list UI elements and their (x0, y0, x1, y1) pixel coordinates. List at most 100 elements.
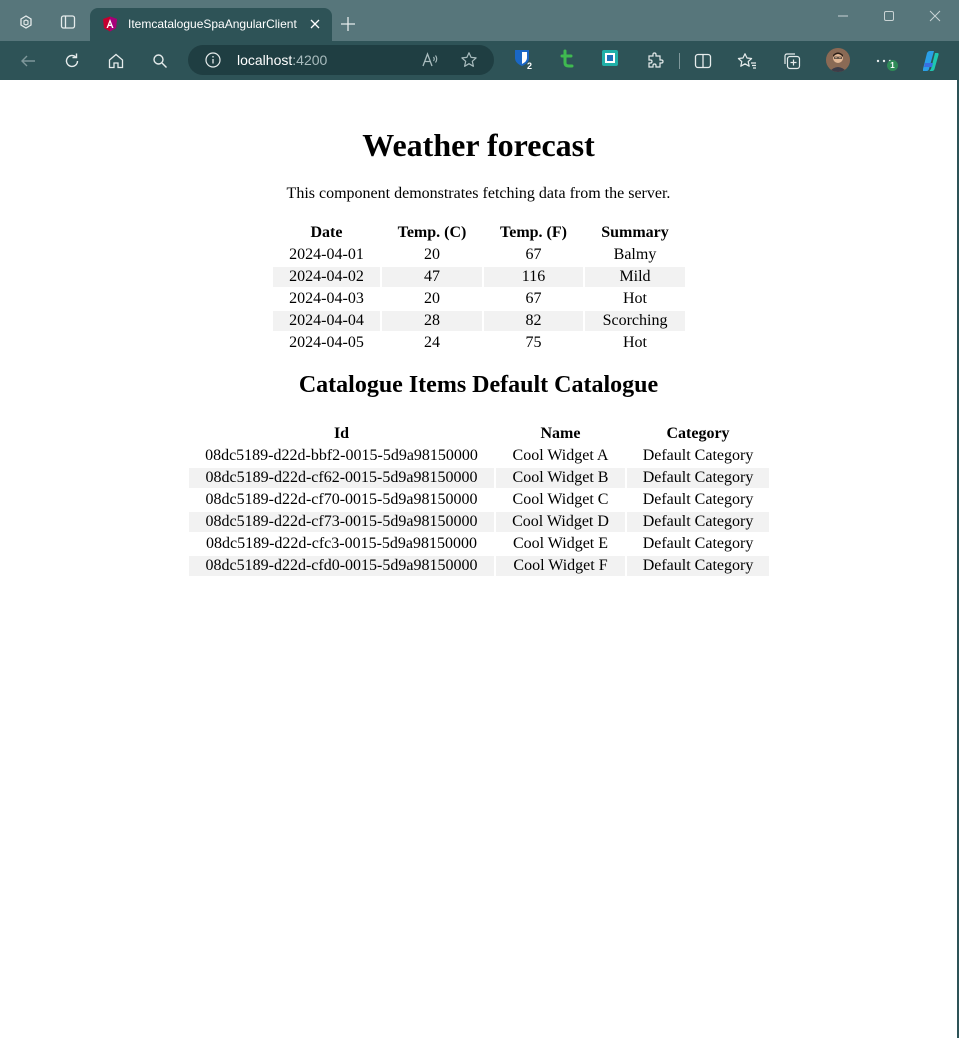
header-temp-f: Temp. (F) (500, 224, 567, 241)
refresh-icon[interactable] (60, 49, 84, 73)
favorites-icon[interactable] (735, 49, 759, 73)
header-name: Name (540, 425, 581, 442)
cell-date: 2024-04-04 (273, 311, 380, 331)
cell-category: Default Category (642, 447, 754, 464)
weather-header-row: Date Temp. (C) Temp. (F) Summary (273, 223, 685, 243)
table-row: 08dc5189-d22d-cfd0-0015-5d9a98150000 Coo… (189, 556, 769, 576)
address-bar[interactable]: localhost:4200 (188, 45, 494, 75)
catalogue-title: Catalogue Items Default Catalogue (298, 372, 659, 398)
cell-summary: Balmy (613, 246, 657, 263)
tab-actions-icon[interactable] (55, 9, 81, 35)
cell-name: Cool Widget F (496, 556, 625, 576)
cell-name: Cool Widget B (496, 468, 625, 488)
catalogue-table: Id Name Category 08dc5189-d22d-bbf2-0015… (187, 422, 771, 578)
page-content: Weather forecast This component demonstr… (0, 80, 957, 1038)
cell-id: 08dc5189-d22d-cf62-0015-5d9a98150000 (189, 468, 494, 488)
address-port: :4200 (292, 52, 328, 68)
table-row: 08dc5189-d22d-cf70-0015-5d9a98150000 Coo… (189, 490, 769, 510)
window-close-icon[interactable] (923, 6, 947, 26)
minimize-icon[interactable] (831, 6, 855, 26)
cell-name: Cool Widget C (512, 491, 609, 508)
cell-id: 08dc5189-d22d-cf70-0015-5d9a98150000 (205, 491, 478, 508)
table-row: 08dc5189-d22d-cf73-0015-5d9a98150000 Coo… (189, 512, 769, 532)
cell-temp-f: 67 (525, 290, 542, 307)
table-row: 2024-04-01 20 67 Balmy (273, 245, 685, 265)
cell-temp-c: 20 (424, 290, 440, 307)
cell-temp-c: 28 (382, 311, 482, 331)
cell-category: Default Category (627, 468, 769, 488)
maximize-icon[interactable] (877, 6, 901, 26)
cell-summary: Hot (623, 290, 647, 307)
collections-icon[interactable] (780, 49, 804, 73)
copilot-icon[interactable] (918, 49, 942, 73)
bitwarden-extension-icon[interactable]: 2 (514, 49, 534, 71)
info-icon[interactable] (205, 52, 221, 68)
catalogue-header-row: Id Name Category (189, 424, 769, 444)
search-icon[interactable] (148, 49, 172, 73)
table-row: 2024-04-05 24 75 Hot (273, 333, 685, 353)
back-icon[interactable] (16, 49, 40, 73)
cell-temp-c: 20 (424, 246, 440, 263)
cell-name: Cool Widget D (496, 512, 625, 532)
cell-id: 08dc5189-d22d-cf73-0015-5d9a98150000 (189, 512, 494, 532)
workspaces-icon[interactable] (13, 9, 39, 35)
header-temp-c: Temp. (C) (397, 224, 467, 241)
cell-id: 08dc5189-d22d-cfd0-0015-5d9a98150000 (189, 556, 494, 576)
t-extension-icon[interactable] (559, 49, 579, 71)
cell-category: Default Category (627, 512, 769, 532)
header-date: Date (310, 224, 343, 241)
weather-table: Date Temp. (C) Temp. (F) Summary 2024-04… (271, 221, 687, 355)
cell-category: Default Category (642, 491, 754, 508)
more-icon[interactable]: 1 (872, 49, 898, 73)
browser-titlebar: ItemcatalogueSpaAngularClient (0, 0, 959, 41)
more-badge: 1 (887, 60, 898, 71)
cell-temp-f: 75 (525, 334, 542, 351)
new-tab-icon[interactable] (338, 14, 358, 34)
cell-temp-f: 82 (484, 311, 583, 331)
close-icon[interactable] (308, 17, 322, 31)
cell-category: Default Category (642, 535, 754, 552)
cell-summary: Mild (585, 267, 685, 287)
read-aloud-icon[interactable] (421, 51, 439, 69)
cell-temp-f: 67 (525, 246, 542, 263)
header-category: Category (666, 425, 730, 442)
cell-date: 2024-04-05 (289, 334, 364, 351)
cell-date: 2024-04-03 (289, 290, 364, 307)
weather-title: Weather forecast (362, 127, 595, 163)
cell-name: Cool Widget E (512, 535, 609, 552)
cell-date: 2024-04-01 (289, 246, 364, 263)
cell-name: Cool Widget A (512, 447, 609, 464)
cell-category: Default Category (627, 556, 769, 576)
table-row: 08dc5189-d22d-cf62-0015-5d9a98150000 Coo… (189, 468, 769, 488)
cell-id: 08dc5189-d22d-bbf2-0015-5d9a98150000 (205, 447, 478, 464)
toolbar-separator (679, 53, 680, 69)
cell-summary: Hot (623, 334, 647, 351)
tab-title: ItemcatalogueSpaAngularClient (128, 17, 297, 31)
address-host: localhost (237, 52, 293, 68)
extension-badge: 2 (527, 61, 533, 71)
active-tab[interactable]: ItemcatalogueSpaAngularClient (90, 8, 332, 41)
table-row: 2024-04-02 47 116 Mild (273, 267, 685, 287)
extensions-puzzle-icon[interactable] (643, 49, 667, 73)
profile-avatar[interactable] (826, 48, 850, 72)
split-screen-icon[interactable] (691, 49, 715, 73)
header-summary: Summary (601, 224, 669, 241)
cell-temp-c: 47 (382, 267, 482, 287)
favorite-star-icon[interactable] (460, 51, 478, 69)
weather-intro: This component demonstrates fetching dat… (286, 185, 671, 202)
table-row: 2024-04-04 28 82 Scorching (273, 311, 685, 331)
angular-favicon-icon (102, 16, 118, 32)
cell-temp-c: 24 (424, 334, 440, 351)
browser-toolbar: localhost:4200 2 1 (0, 41, 959, 80)
table-row: 08dc5189-d22d-cfc3-0015-5d9a98150000 Coo… (189, 534, 769, 554)
cell-id: 08dc5189-d22d-cfc3-0015-5d9a98150000 (205, 535, 478, 552)
extension-app-icon[interactable] (601, 49, 621, 71)
cell-date: 2024-04-02 (273, 267, 380, 287)
home-icon[interactable] (104, 49, 128, 73)
address-url[interactable]: localhost:4200 (237, 52, 327, 68)
cell-summary: Scorching (585, 311, 685, 331)
table-row: 08dc5189-d22d-bbf2-0015-5d9a98150000 Coo… (189, 446, 769, 466)
table-row: 2024-04-03 20 67 Hot (273, 289, 685, 309)
header-id: Id (333, 425, 350, 442)
cell-temp-f: 116 (484, 267, 583, 287)
